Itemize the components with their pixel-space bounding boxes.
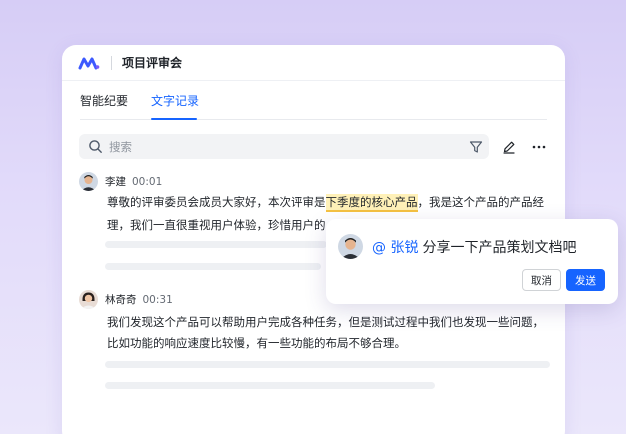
filter-icon[interactable] <box>469 139 483 153</box>
line-text: 尊敬的评审委员会成员大家好，本次评审是 <box>107 195 326 209</box>
message-text: 分享一下产品策划文档吧 <box>422 240 577 256</box>
active-tab-indicator <box>151 118 197 120</box>
mention-popup: @ 张锐 分享一下产品策划文档吧 取消 发送 <box>326 219 618 304</box>
avatar <box>338 234 363 259</box>
tab-bar: 智能纪要 文字记录 <box>80 81 547 120</box>
page-title: 项目评审会 <box>122 56 183 70</box>
tab-text-record[interactable]: 文字记录 <box>151 92 199 109</box>
highlighted-keyword[interactable]: 下季度的核心产品 <box>325 194 418 212</box>
timestamp: 00:31 <box>142 293 173 306</box>
placeholder-line <box>105 263 321 270</box>
placeholder-line <box>105 361 550 368</box>
timestamp: 00:01 <box>132 175 163 188</box>
avatar <box>79 172 98 191</box>
line-text: ，我是这个产品的产品经 <box>417 195 545 209</box>
transcript-line: 尊敬的评审委员会成员大家好，本次评审是下季度的核心产品，我是这个产品的产品经 <box>107 194 545 212</box>
transcript-line: 我们发现这个产品可以帮助用户完成各种任务，但是测试过程中我们也发现一些问题， <box>107 315 544 329</box>
edit-icon[interactable] <box>502 139 516 154</box>
placeholder-line <box>105 382 435 389</box>
tab-smart-summary[interactable]: 智能纪要 <box>80 92 128 109</box>
send-button[interactable]: 发送 <box>566 269 605 291</box>
speaker-name: 林奇奇 <box>105 294 137 306</box>
more-icon[interactable] <box>531 139 547 153</box>
transcript-line: 比如功能的响应速度比较慢，有一些功能的布局不够合理。 <box>107 336 406 350</box>
header-divider <box>111 55 112 70</box>
cancel-button[interactable]: 取消 <box>522 269 561 291</box>
mention-message: @ 张锐 分享一下产品策划文档吧 <box>372 237 576 257</box>
meeting-logo-icon <box>78 55 100 71</box>
transcript-entry-header: 李建 00:01 <box>79 172 162 191</box>
speaker-name: 李建 <box>105 176 126 188</box>
window-header: 项目评审会 <box>62 45 565 81</box>
search-input[interactable]: 搜索 <box>109 139 132 155</box>
placeholder-line <box>105 241 327 248</box>
transcript-entry-header: 林奇奇 00:31 <box>79 290 173 309</box>
transcript-line: 理，我们一直很重视用户体验，珍惜用户的 <box>107 218 326 232</box>
search-bar[interactable]: 搜索 <box>79 134 489 159</box>
search-icon <box>88 139 103 154</box>
avatar <box>79 290 98 309</box>
mentioned-user[interactable]: @ 张锐 <box>372 240 418 256</box>
